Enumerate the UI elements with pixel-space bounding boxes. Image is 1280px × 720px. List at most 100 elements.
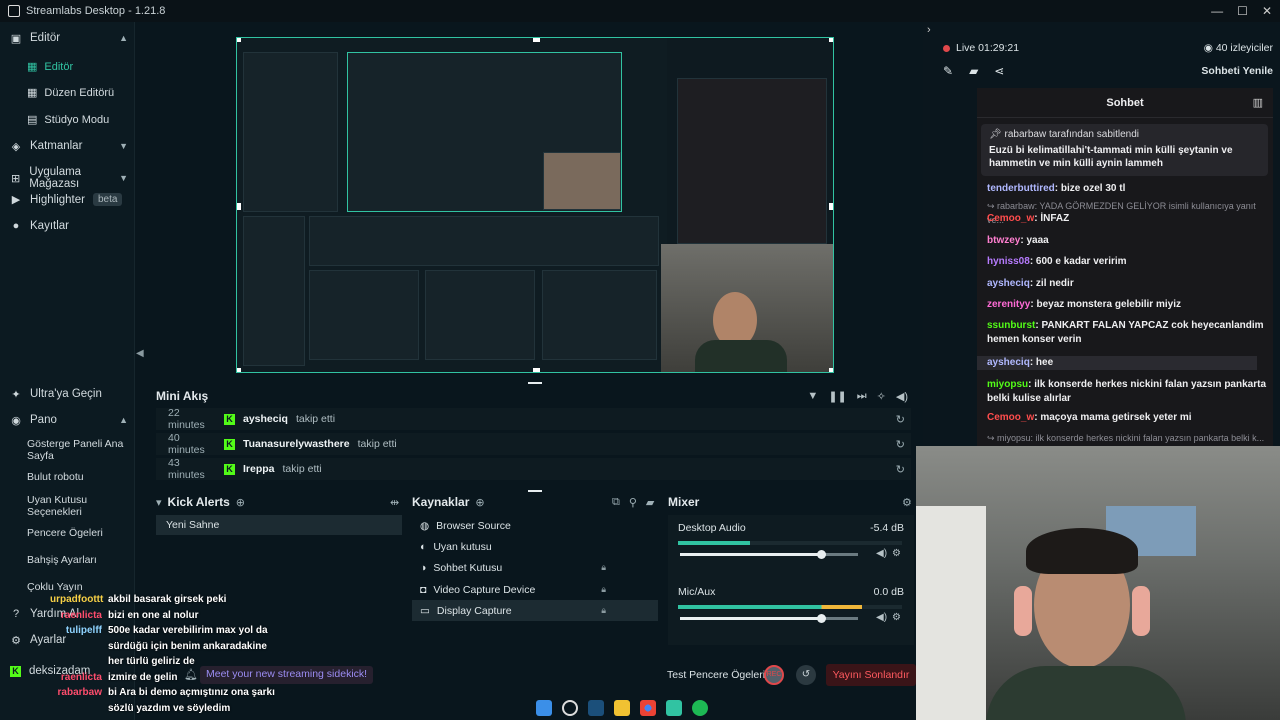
windows-start-icon[interactable] bbox=[536, 700, 552, 716]
replay-icon[interactable]: ↻ bbox=[896, 413, 905, 426]
chat-username[interactable]: aysheciq bbox=[987, 357, 1030, 368]
bell-icon[interactable]: 🔔︎ bbox=[184, 668, 198, 681]
nav-highlighter-label: Highlighter bbox=[30, 193, 85, 206]
folder-link-icon[interactable]: ⧉ bbox=[612, 496, 620, 509]
nav-alertbox-settings[interactable]: Uyan Kutusu Seçenekleri bbox=[27, 494, 127, 518]
chat-message: Cemoo_w: İNFAZ bbox=[987, 212, 1267, 226]
source-item[interactable]: ◘ Video Capture Device 🔒︎ bbox=[412, 579, 658, 600]
chat-message: hyniss08: 600 e kadar veririm bbox=[987, 255, 1267, 269]
gear-icon[interactable]: ⚙ bbox=[902, 496, 912, 509]
nav-tip-settings[interactable]: Bahşiş Ayarları bbox=[27, 554, 127, 566]
resize-handle[interactable] bbox=[528, 490, 542, 492]
mute-icon[interactable]: ◀) bbox=[876, 612, 887, 623]
chat-username[interactable]: ssunburst bbox=[987, 320, 1035, 331]
streamlabs-icon[interactable] bbox=[666, 700, 682, 716]
chevron-down-icon: ▼ bbox=[119, 173, 128, 183]
source-label: Sohbet Kutusu bbox=[433, 561, 503, 574]
chat-username[interactable]: miyopsu bbox=[987, 379, 1028, 390]
chat-username[interactable]: Cemoo_w bbox=[987, 213, 1034, 224]
settings-icon[interactable]: ⚲ bbox=[629, 496, 637, 509]
live-timer: Live 01:29:21 bbox=[956, 42, 1020, 54]
replay-icon[interactable]: ↻ bbox=[896, 438, 905, 451]
collapse-left-icon[interactable]: ◀ bbox=[136, 348, 144, 359]
nav-studio-mode[interactable]: ▤ Stüdyo Modu bbox=[27, 113, 109, 127]
maximize-icon[interactable]: ☐ bbox=[1237, 4, 1248, 18]
nav-dashboard[interactable]: ◉ Pano ▲ bbox=[10, 414, 128, 427]
nav-layers[interactable]: ◈ Katmanlar ▼ bbox=[10, 140, 128, 153]
gear-icon[interactable]: ⚙ bbox=[892, 548, 901, 559]
stream-preview[interactable] bbox=[236, 37, 834, 373]
nav-app-store[interactable]: ⊞ Uygulama Mağazası ▼ bbox=[10, 166, 128, 190]
overlay-chat-user: raenlicta bbox=[60, 609, 102, 621]
nav-ultra[interactable]: ✦ Ultra'ya Geçin bbox=[10, 388, 128, 401]
sidekick-banner[interactable]: Meet your new streaming sidekick! bbox=[200, 666, 374, 684]
feed-row: 40 minutes K Tuanasurelywasthere takip e… bbox=[156, 432, 911, 456]
nav-highlighter[interactable]: ▶ Highlighter beta bbox=[10, 193, 128, 206]
viewer-count-label: 40 izleyiciler bbox=[1215, 42, 1273, 54]
scene-item[interactable]: Yeni Sahne bbox=[156, 515, 402, 535]
chat-username[interactable]: tenderbuttired bbox=[987, 183, 1055, 194]
skip-icon[interactable]: ⏭ bbox=[857, 390, 867, 403]
record-button[interactable]: REC bbox=[764, 665, 784, 685]
refresh-chat-button[interactable]: Sohbeti Yenile bbox=[1201, 65, 1273, 77]
mixer-channel-name: Desktop Audio bbox=[678, 522, 746, 534]
source-item[interactable]: ◐ Uyan kutusu bbox=[412, 536, 658, 557]
overlay-chat-user bbox=[50, 701, 102, 717]
volume-slider[interactable] bbox=[680, 550, 858, 559]
scene-transition-icon[interactable]: ⇹ bbox=[390, 496, 399, 509]
nav-layout-editor[interactable]: ▦ Düzen Editörü bbox=[27, 86, 114, 100]
folder-icon[interactable]: ▰ bbox=[646, 496, 654, 509]
gear-icon[interactable]: ⚙ bbox=[892, 612, 901, 623]
chat-username[interactable]: aysheciq bbox=[987, 278, 1030, 289]
close-icon[interactable]: ✕ bbox=[1262, 4, 1272, 18]
add-source-icon[interactable]: ⊕ bbox=[475, 496, 484, 509]
preview-display-capture bbox=[237, 38, 667, 372]
end-stream-button[interactable]: Yayını Sonlandır bbox=[826, 664, 916, 686]
share-icon[interactable]: ⋖ bbox=[994, 64, 1004, 78]
nav-cloudbot[interactable]: Bulut robotu bbox=[27, 471, 127, 483]
users-icon[interactable]: ▥ bbox=[1253, 96, 1263, 109]
test-widgets-button[interactable]: Test Pencere Ögeleri bbox=[667, 669, 765, 681]
nav-recordings[interactable]: ● Kayıtlar bbox=[10, 220, 128, 232]
chat-message: miyopsu: ilk konserde herkes nickini fal… bbox=[987, 378, 1267, 406]
replay-buffer-icon[interactable]: ↺ bbox=[796, 665, 816, 685]
chevron-down-icon: ▼ bbox=[119, 141, 128, 151]
lock-icon[interactable]: 🔒︎ bbox=[601, 605, 606, 616]
search-icon[interactable] bbox=[562, 700, 578, 716]
chat-username[interactable]: zerenityy bbox=[987, 299, 1030, 310]
spotify-icon[interactable] bbox=[692, 700, 708, 716]
steam-icon[interactable] bbox=[588, 700, 604, 716]
nav-editor[interactable]: ▦ Editör bbox=[27, 60, 73, 74]
replay-icon[interactable]: ↻ bbox=[896, 463, 905, 476]
minimize-icon[interactable]: — bbox=[1211, 4, 1223, 18]
chrome-icon[interactable] bbox=[640, 700, 656, 716]
nav-editor-section[interactable]: ▣ Editör ▲ bbox=[10, 32, 128, 45]
lock-icon[interactable]: 🔒︎ bbox=[601, 562, 606, 573]
source-item[interactable]: ▭ Display Capture 🔒︎ bbox=[412, 600, 658, 621]
chat-username[interactable]: Cemoo_w bbox=[987, 412, 1034, 423]
add-scene-icon[interactable]: ⊕ bbox=[236, 496, 245, 509]
nav-dashboard-home[interactable]: Gösterge Paneli Ana Sayfa bbox=[27, 438, 127, 462]
source-item[interactable]: ◍ Browser Source bbox=[412, 515, 658, 536]
volume-icon[interactable]: ◀) bbox=[896, 390, 908, 403]
filter-icon[interactable]: ▼ bbox=[807, 390, 818, 403]
chat-text: İNFAZ bbox=[1040, 213, 1070, 224]
lock-icon[interactable]: 🔒︎ bbox=[601, 584, 606, 595]
nav-app-store-label: Uygulama Mağazası bbox=[29, 166, 82, 190]
folder-icon[interactable]: ▰ bbox=[969, 64, 978, 78]
file-explorer-icon[interactable] bbox=[614, 700, 630, 716]
chat-username[interactable]: hyniss08 bbox=[987, 256, 1030, 267]
volume-slider[interactable] bbox=[680, 614, 858, 623]
nav-widgets[interactable]: Pencere Ögeleri bbox=[27, 527, 127, 539]
pause-icon[interactable]: ❚❚ bbox=[828, 390, 846, 403]
chat-text: 600 e kadar veririm bbox=[1035, 256, 1127, 267]
mute-icon[interactable]: ◀) bbox=[876, 548, 887, 559]
edit-icon[interactable]: ✎ bbox=[943, 64, 953, 78]
chevron-down-icon[interactable]: ▾ bbox=[156, 496, 162, 509]
clear-icon[interactable]: ✧ bbox=[877, 390, 886, 403]
expand-arrow-icon[interactable]: › bbox=[927, 24, 931, 36]
resize-handle[interactable] bbox=[528, 382, 542, 384]
mixer-channel-db: -5.4 dB bbox=[870, 522, 904, 534]
chat-username[interactable]: btwzey bbox=[987, 235, 1020, 246]
source-item[interactable]: ◑ Sohbet Kutusu 🔒︎ bbox=[412, 557, 658, 578]
